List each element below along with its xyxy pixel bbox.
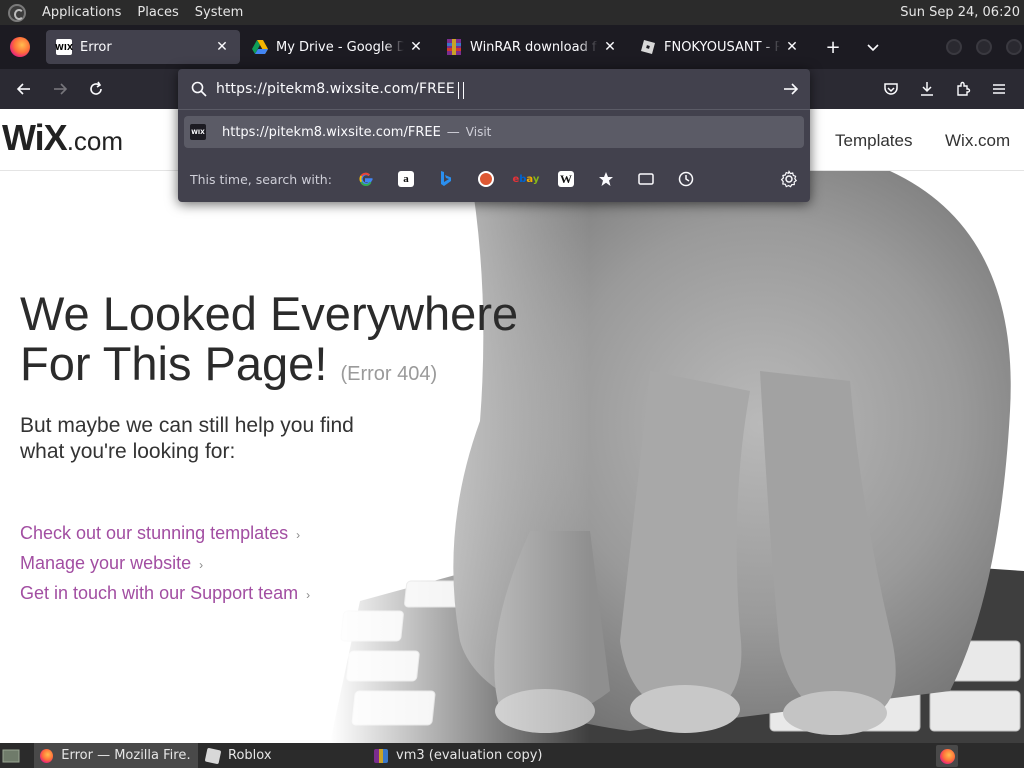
logo-text: WiX <box>2 117 68 158</box>
show-desktop-icon[interactable] <box>0 743 22 768</box>
chevron-right-icon: › <box>306 588 311 602</box>
taskbar-item-label: vm3 (evaluation copy) <box>396 748 543 763</box>
pocket-icon[interactable] <box>876 74 906 104</box>
taskbar-item-label: Error — Mozilla Fire… <box>61 748 192 763</box>
url-suggestion-row[interactable]: WIX https://pitekm8.wixsite.com/FREE — V… <box>184 116 804 148</box>
bookmarks-star-icon[interactable] <box>586 164 626 194</box>
forward-arrow-icon[interactable] <box>45 74 75 104</box>
top-panel: Applications Places System Sun Sep 24, 0… <box>0 0 1024 25</box>
support-team-link[interactable]: Get in touch with our Support team › <box>20 583 310 604</box>
maximize-window-button[interactable] <box>976 39 992 55</box>
help-link-label: Manage your website <box>20 553 192 573</box>
taskbar-item-vm3[interactable]: vm3 (evaluation copy) <box>368 743 568 768</box>
roblox-icon <box>640 39 656 55</box>
taskbar-item-firefox[interactable]: Error — Mozilla Fire… <box>34 743 198 768</box>
firefox-icon <box>40 748 54 763</box>
firefox-view-icon[interactable] <box>10 37 30 57</box>
ebay-search-icon[interactable]: ebay <box>506 164 546 194</box>
clock[interactable]: Sun Sep 24, 06:20 <box>900 0 1020 25</box>
wix-favicon-icon: WIX <box>190 124 206 140</box>
url-input[interactable]: https://pitekm8.wixsite.com/FREE <box>178 69 810 109</box>
chevron-right-icon: › <box>296 528 301 542</box>
wix-logo[interactable]: WiX.com <box>2 117 123 159</box>
applications-menu[interactable]: Applications <box>34 0 129 25</box>
close-tab-icon[interactable]: ✕ <box>214 39 230 55</box>
logo-domain-text: .com <box>66 126 124 156</box>
suggestion-url: https://pitekm8.wixsite.com/FREE <box>222 124 441 140</box>
page-content: WiX.com Templates Wix.com We Looked Ever… <box>0 109 1024 743</box>
help-subtext: But maybe we can still help you find wha… <box>20 414 354 463</box>
tab-bar: WIX Error ✕ My Drive - Google Drive ✕ Wi… <box>0 25 1024 69</box>
engines-label: This time, search with: <box>190 171 332 187</box>
back-arrow-icon[interactable] <box>9 74 39 104</box>
wix-favicon-icon: WIX <box>55 39 73 55</box>
tab-error[interactable]: WIX Error ✕ <box>46 30 240 64</box>
page-title: We Looked Everywhere For This Page! (Err… <box>20 289 518 399</box>
search-icon <box>191 81 207 97</box>
downloads-icon[interactable] <box>912 74 942 104</box>
winrar-icon <box>374 748 388 763</box>
tab-title: WinRAR download free <box>470 39 598 55</box>
wikipedia-search-icon[interactable]: W <box>546 164 586 194</box>
tabs-icon[interactable] <box>626 164 666 194</box>
google-search-icon[interactable] <box>346 164 386 194</box>
error-code: (Error 404) <box>340 363 438 385</box>
reload-icon[interactable] <box>81 74 111 104</box>
extensions-puzzle-icon[interactable] <box>948 74 978 104</box>
tab-winrar[interactable]: WinRAR download free ✕ <box>436 30 628 64</box>
suggestion-action: Visit <box>465 125 492 139</box>
close-tab-icon[interactable]: ✕ <box>602 39 618 55</box>
taskbar-item-roblox[interactable]: Roblox <box>200 743 366 768</box>
places-menu[interactable]: Places <box>129 0 186 25</box>
history-clock-icon[interactable] <box>666 164 706 194</box>
winrar-icon <box>446 39 462 55</box>
close-tab-icon[interactable]: ✕ <box>408 39 424 55</box>
system-menu[interactable]: System <box>187 0 251 25</box>
google-drive-icon <box>252 39 268 55</box>
minimize-window-button[interactable] <box>946 39 962 55</box>
help-link-label: Get in touch with our Support team <box>20 583 299 603</box>
suggestion-separator: — <box>446 124 460 140</box>
headline-line-1: We Looked Everywhere <box>20 287 519 340</box>
chevron-right-icon: › <box>199 558 204 572</box>
templates-link[interactable]: Templates <box>835 131 912 151</box>
taskbar-item-label: Roblox <box>228 748 272 763</box>
headline-line-2: For This Page! <box>20 337 328 390</box>
search-engines-row: This time, search with: a ebay W <box>178 160 810 198</box>
bing-search-icon[interactable] <box>426 164 466 194</box>
url-dropdown-panel: https://pitekm8.wixsite.com/FREE WIX htt… <box>178 69 810 202</box>
amazon-search-icon[interactable]: a <box>386 164 426 194</box>
tab-title: My Drive - Google Drive <box>276 39 404 55</box>
text-cursor-icon <box>458 82 464 99</box>
roblox-icon <box>204 747 222 764</box>
duckduckgo-search-icon[interactable] <box>466 164 506 194</box>
bottom-taskbar: Error — Mozilla Fire… Roblox vm3 (evalua… <box>0 743 1024 768</box>
search-settings-gear-icon[interactable] <box>778 168 800 190</box>
distro-logo-icon[interactable] <box>8 3 26 22</box>
close-tab-icon[interactable]: ✕ <box>784 39 800 55</box>
tab-title: Error <box>80 39 112 55</box>
hamburger-menu-icon[interactable] <box>984 74 1014 104</box>
url-text: https://pitekm8.wixsite.com/FREE <box>216 81 455 97</box>
new-tab-plus-icon[interactable]: + <box>818 32 848 62</box>
tab-title: FNOKYOUSANT - Roblox <box>664 39 780 55</box>
templates-help-link[interactable]: Check out our stunning templates › <box>20 523 300 544</box>
manage-website-link[interactable]: Manage your website › <box>20 553 203 574</box>
wix-com-link[interactable]: Wix.com <box>945 131 1010 151</box>
tab-google-drive[interactable]: My Drive - Google Drive ✕ <box>242 30 434 64</box>
tab-roblox[interactable]: FNOKYOUSANT - Roblox ✕ <box>630 30 810 64</box>
cat-on-keyboard-image <box>330 171 1024 743</box>
tray-firefox-icon[interactable] <box>936 745 958 767</box>
help-link-label: Check out our stunning templates <box>20 523 289 543</box>
go-arrow-icon[interactable] <box>782 80 800 98</box>
close-window-button[interactable] <box>1006 39 1022 55</box>
divider <box>178 109 810 110</box>
list-all-tabs-chevron-icon[interactable] <box>858 32 888 62</box>
